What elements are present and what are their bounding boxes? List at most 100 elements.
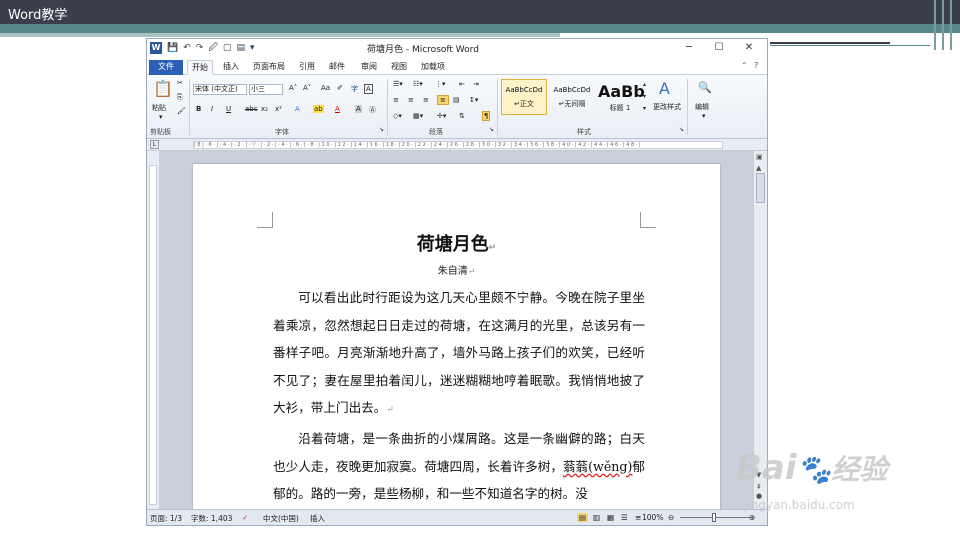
- font-dialog-launcher-icon[interactable]: ↘: [379, 126, 384, 133]
- close-button[interactable]: ✕: [734, 39, 764, 57]
- copy-icon[interactable]: ⎘: [177, 93, 183, 102]
- style-no-spacing[interactable]: AaBbCcDd ↵无间隔: [549, 79, 595, 115]
- font-name-combo[interactable]: 宋体 (中文正): [193, 84, 247, 95]
- help-icon[interactable]: ?: [754, 61, 758, 70]
- italic-button[interactable]: I: [211, 105, 213, 113]
- styles-scroll-icon[interactable]: ▴ ▾ ▾: [643, 79, 646, 115]
- subscript-button[interactable]: x₂: [261, 105, 268, 113]
- zoom-slider-knob[interactable]: [712, 513, 716, 522]
- document-author[interactable]: 朱自清↵: [193, 262, 720, 277]
- find-icon[interactable]: 🔍: [698, 81, 712, 94]
- change-case-icon[interactable]: Aa: [321, 84, 330, 92]
- style-heading-1[interactable]: AaBb 标题 1: [597, 79, 645, 115]
- numbering-icon[interactable]: ☷▾: [413, 80, 423, 88]
- shading-icon[interactable]: ◇▾: [393, 112, 402, 120]
- editing-label[interactable]: 编辑: [695, 102, 709, 112]
- ribbon-collapse-icon[interactable]: ⌃: [741, 61, 748, 70]
- align-center-icon[interactable]: ≡: [408, 96, 414, 104]
- bullets-icon[interactable]: ☰▾: [393, 80, 403, 88]
- vertical-ruler[interactable]: [147, 151, 159, 509]
- char-shading-icon[interactable]: A: [355, 105, 362, 113]
- paste-icon[interactable]: 📋: [153, 79, 173, 98]
- spelling-error-text[interactable]: ng): [611, 459, 632, 474]
- distributed-icon[interactable]: ▤: [453, 96, 460, 104]
- tab-insert[interactable]: 插入: [219, 60, 243, 75]
- align-left-icon[interactable]: ≡: [393, 96, 399, 104]
- strikethrough-button[interactable]: abc: [245, 105, 258, 113]
- tab-home[interactable]: 开始: [187, 60, 213, 75]
- grow-font-icon[interactable]: A˄: [289, 84, 297, 92]
- zoom-level[interactable]: 100%: [642, 513, 663, 522]
- shrink-font-icon[interactable]: A˅: [303, 84, 311, 92]
- line-spacing-icon[interactable]: ↕▾: [469, 96, 478, 104]
- paragraph-dialog-launcher-icon[interactable]: ↘: [489, 126, 494, 133]
- multilevel-list-icon[interactable]: ⋮▾: [435, 80, 446, 88]
- tab-page-layout[interactable]: 页面布局: [249, 60, 289, 75]
- paste-label[interactable]: 粘贴: [152, 103, 166, 113]
- word-app-icon[interactable]: W: [150, 42, 162, 54]
- phonetic-guide-icon[interactable]: 字: [351, 84, 358, 94]
- borders-icon[interactable]: ▦▾: [413, 112, 423, 120]
- draft-view-icon[interactable]: ≡: [635, 513, 641, 522]
- tab-view[interactable]: 视图: [387, 60, 411, 75]
- insert-mode-indicator[interactable]: 插入: [310, 513, 325, 524]
- clear-format-icon[interactable]: ✐: [337, 84, 343, 92]
- change-styles-label[interactable]: 更改样式: [653, 102, 681, 112]
- page-count[interactable]: 页面: 1/3: [150, 513, 182, 524]
- horizontal-ruler[interactable]: L |8|·6·|·4·|·2·|·▽·|·2·|·4·|·6·|·8·|10·…: [147, 139, 767, 151]
- zoom-in-button[interactable]: ⊕: [749, 513, 755, 522]
- zoom-out-button[interactable]: ⊖: [668, 513, 674, 522]
- increase-indent-icon[interactable]: ⇥: [473, 80, 479, 88]
- minimize-button[interactable]: ─: [674, 39, 704, 57]
- document-page[interactable]: 荷塘月色↵ 朱自清↵ 可以看出此时行距设为这几天心里颇不宁静。今晚在院子里坐着乘…: [193, 164, 720, 524]
- word-count[interactable]: 字数: 1,403: [191, 513, 232, 524]
- styles-dialog-launcher-icon[interactable]: ↘: [679, 126, 684, 133]
- sort-icon[interactable]: ⇅: [459, 112, 465, 120]
- redo-icon[interactable]: ↷: [196, 42, 204, 54]
- editing-dropdown-icon[interactable]: ▾: [702, 112, 706, 120]
- text-effects-icon[interactable]: A: [295, 105, 300, 113]
- paragraph[interactable]: 可以看出此时行距设为这几天心里颇不宁静。今晚在院子里坐着乘凉，忽然想起日日走过的…: [273, 284, 645, 425]
- enclose-chars-icon[interactable]: Ⓐ: [369, 105, 376, 115]
- tab-mailings[interactable]: 邮件: [325, 60, 349, 75]
- document-title[interactable]: 荷塘月色↵: [193, 230, 720, 256]
- language-indicator[interactable]: 中文(中国): [263, 513, 299, 524]
- new-doc-icon[interactable]: ▢: [223, 42, 232, 54]
- highlight-icon[interactable]: ab: [313, 105, 324, 113]
- style-normal[interactable]: AaBbCcDd ↵正文: [501, 79, 547, 115]
- save-icon[interactable]: 💾: [167, 42, 178, 54]
- font-size-combo[interactable]: 小三: [249, 84, 283, 95]
- document-body[interactable]: 可以看出此时行距设为这几天心里颇不宁静。今晚在院子里坐着乘凉，忽然想起日日走过的…: [273, 284, 645, 508]
- chinese-layout-icon[interactable]: ✢▾: [437, 112, 446, 120]
- format-painter-icon[interactable]: 🖉: [208, 42, 218, 54]
- tab-references[interactable]: 引用: [295, 60, 319, 75]
- tab-review[interactable]: 审阅: [357, 60, 381, 75]
- decrease-indent-icon[interactable]: ⇤: [459, 80, 465, 88]
- bold-button[interactable]: B: [196, 105, 201, 113]
- proofing-icon[interactable]: ✓: [242, 513, 248, 522]
- cut-icon[interactable]: ✂: [177, 79, 183, 87]
- outline-view-icon[interactable]: ☰: [621, 513, 628, 522]
- tab-addins[interactable]: 加载项: [417, 60, 449, 75]
- document-workspace[interactable]: 荷塘月色↵ 朱自清↵ 可以看出此时行距设为这几天心里颇不宁静。今晚在院子里坐着乘…: [159, 151, 753, 524]
- undo-icon[interactable]: ↶: [183, 42, 191, 54]
- web-layout-view-icon[interactable]: ▦: [607, 513, 614, 522]
- customize-qa-icon[interactable]: ▾: [250, 42, 255, 54]
- maximize-button[interactable]: ☐: [704, 39, 734, 57]
- print-layout-view-icon[interactable]: ▤: [577, 513, 589, 522]
- tab-file[interactable]: 文件: [149, 60, 183, 75]
- underline-button[interactable]: U: [226, 105, 231, 113]
- show-marks-icon[interactable]: ¶: [482, 111, 491, 121]
- align-right-icon[interactable]: ≡: [423, 96, 429, 104]
- superscript-button[interactable]: x²: [275, 105, 282, 113]
- full-screen-view-icon[interactable]: ▥: [593, 513, 600, 522]
- scroll-up-icon[interactable]: ▲: [756, 164, 761, 172]
- tab-selector-icon[interactable]: L: [150, 140, 159, 149]
- justify-icon[interactable]: ≡: [437, 95, 449, 105]
- ruler-toggle-icon[interactable]: ▣: [756, 153, 763, 161]
- change-styles-icon[interactable]: A: [659, 79, 670, 98]
- char-border-icon[interactable]: A: [364, 84, 373, 94]
- paste-dropdown-icon[interactable]: ▾: [159, 113, 163, 121]
- print-preview-icon[interactable]: ▤: [236, 42, 245, 54]
- spelling-error-text[interactable]: 蓊蓊(wě: [563, 459, 611, 474]
